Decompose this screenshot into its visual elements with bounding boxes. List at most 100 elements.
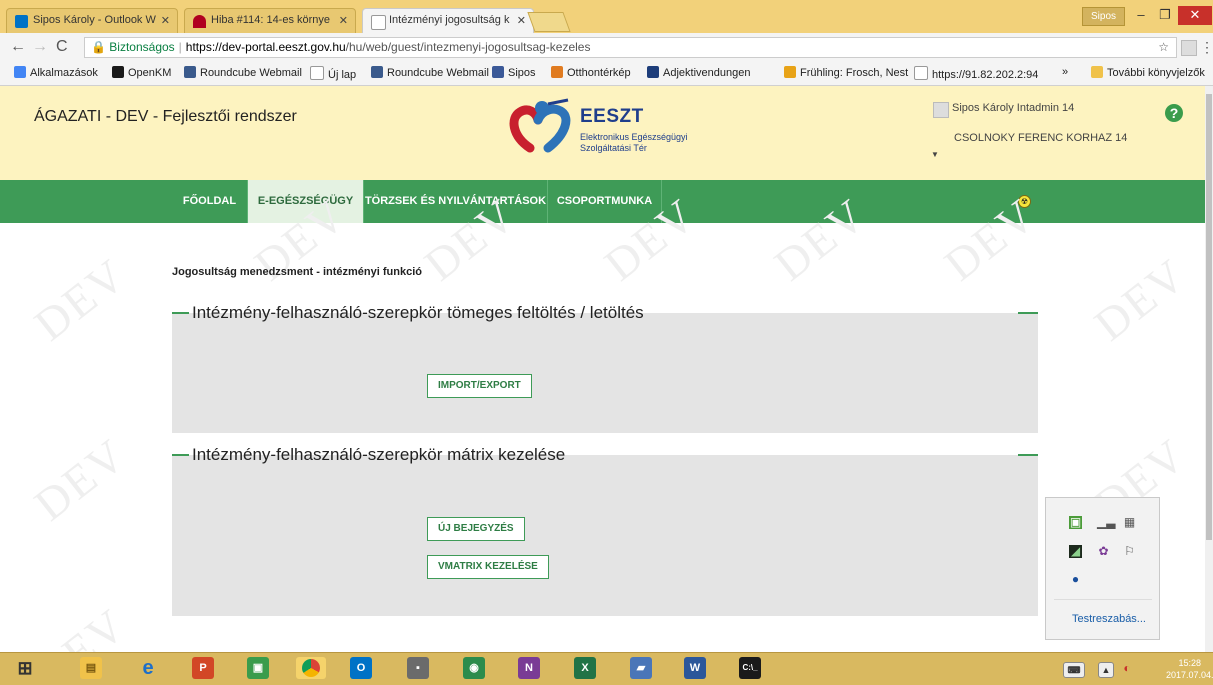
url-input[interactable]: 🔒 Biztonságos | https://dev-portal.eeszt.g… (84, 37, 1177, 58)
back-icon[interactable]: ← (10, 39, 26, 55)
bookmark-new-tab[interactable]: Új lap (310, 66, 356, 81)
dev-watermark: DEV (24, 598, 136, 652)
bookmark-otthonterkep[interactable]: Otthontérkép (551, 66, 631, 79)
bookmark-folder-other[interactable]: További könyvjelzők (1091, 66, 1205, 79)
section-divider (1018, 454, 1038, 456)
dev-watermark: DEV (24, 248, 136, 351)
keyboard-icon[interactable]: ⌨ (1063, 662, 1085, 678)
logo-title: EESZT (580, 106, 644, 127)
new-tab-button[interactable] (527, 12, 571, 32)
close-icon[interactable]: ✕ (517, 14, 526, 27)
internet-explorer-icon[interactable]: e (137, 657, 159, 679)
section-divider (1018, 312, 1038, 314)
tray-divider (1054, 599, 1152, 600)
bookmarks-bar: Alkalmazások OpenKM Roundcube Webmail Új… (0, 61, 1213, 86)
bookmark-fruhling[interactable]: Frühling: Frosch, Nest (784, 66, 908, 79)
start-icon[interactable]: ⊞ (14, 657, 36, 679)
system-name: ÁGAZATI - DEV - Fejlesztői rendszer (34, 108, 297, 125)
apps-icon (14, 66, 26, 78)
address-bar: ← → C 🔒 Biztonságos | https://dev-portal.e… (0, 33, 1213, 61)
section-matrix: Intézmény-felhasználó-szerepkör mátrix k… (172, 445, 1038, 616)
bookmark-openkm[interactable]: OpenKM (112, 66, 171, 79)
dev-watermark: DEV (24, 428, 136, 531)
onenote-icon[interactable]: N (518, 657, 540, 679)
taskbar-clock[interactable]: 15:28 2017.07.04. (1166, 657, 1213, 681)
tab-title: Hiba #114: 14-es környe (211, 14, 331, 26)
bookmark-sipos[interactable]: Sipos (492, 66, 536, 79)
portal-header: ÁGAZATI - DEV - Fejlesztői rendszer EESZ… (0, 86, 1205, 180)
close-icon[interactable]: ✕ (339, 14, 348, 27)
eeszt-logo[interactable]: EESZT Elektronikus Egészségügyi Szolgált… (508, 98, 708, 160)
lock-icon: 🔒 (91, 40, 106, 54)
frog-icon (784, 66, 796, 78)
url-host: https://dev-portal.eeszt.gov.hu (185, 40, 346, 54)
section-bulk-upload: Intézmény-felhasználó-szerepkör tömeges … (172, 303, 1038, 433)
caret-down-icon[interactable]: ▼ (931, 150, 939, 159)
menu-icon[interactable]: ⋮ (1200, 39, 1213, 55)
outlook-icon[interactable]: O (350, 657, 372, 679)
maximize-button[interactable]: ❐ (1152, 6, 1178, 25)
show-hidden-icons[interactable]: ▲ (1098, 662, 1114, 678)
customize-link[interactable]: Testreszabás... (1072, 613, 1146, 625)
web-page: ÁGAZATI - DEV - Fejlesztői rendszer EESZ… (0, 86, 1205, 652)
bookmark-star-icon[interactable]: ☆ (1158, 38, 1169, 57)
vmatrix-manage-button[interactable]: VMATRIX KEZELÉSE (427, 555, 549, 579)
tab-active[interactable]: Intézményi jogosultság k ✕ (362, 8, 534, 33)
section-title: Intézmény-felhasználó-szerepkör mátrix k… (172, 445, 565, 465)
eye-icon[interactable]: ◉ (463, 657, 485, 679)
section-title: Intézmény-felhasználó-szerepkör tömeges … (172, 303, 644, 323)
tab-title: Sipos Károly - Outlook W (33, 14, 156, 26)
onenote-tray-icon[interactable]: ✿ (1097, 545, 1110, 558)
bookmark-apps[interactable]: Alkalmazások (14, 66, 98, 79)
volume-muted-icon[interactable]: ◐ (1120, 661, 1134, 683)
page-icon (310, 66, 324, 80)
app-tray-icon[interactable]: ▣ (1069, 516, 1082, 529)
profile-button[interactable]: Sipos (1082, 7, 1126, 26)
file-explorer-icon[interactable]: ▤ (80, 657, 102, 679)
app-icon[interactable]: ▪ (407, 657, 429, 679)
bookmarks-more[interactable]: » (1062, 66, 1068, 78)
word-icon[interactable]: W (684, 657, 706, 679)
map-icon (551, 66, 563, 78)
monitor-icon[interactable]: ◢ (1069, 545, 1082, 558)
tab-outlook[interactable]: Sipos Károly - Outlook W ✕ (6, 8, 178, 33)
signal-icon[interactable]: ▁▃ (1097, 516, 1115, 529)
user-organization: CSOLNOKY FERENC KORHAZ 14 (954, 132, 1128, 144)
forward-icon[interactable]: → (32, 39, 48, 55)
help-icon[interactable]: ? (1165, 104, 1183, 122)
scrollbar-thumb[interactable] (1206, 94, 1212, 540)
powerpoint-icon[interactable]: P (192, 657, 214, 679)
import-export-button[interactable]: IMPORT/EXPORT (427, 374, 532, 398)
outlook-icon (15, 15, 28, 28)
eeszt-heart-icon (509, 98, 571, 153)
tray-overflow-popup: ▣ ▁▃ ▦ ◢ ✿ ⚐ ● Testreszabás... (1045, 497, 1160, 640)
flag-icon[interactable]: ⚐ (1123, 545, 1136, 558)
secure-label: Biztonságos (109, 40, 175, 54)
redmine-icon (193, 15, 206, 28)
excel-icon[interactable]: X (574, 657, 596, 679)
close-icon[interactable]: ✕ (161, 14, 170, 27)
logo-subtitle: Elektronikus Egészségügyi Szolgáltatási … (580, 132, 688, 153)
reload-icon[interactable]: C (56, 39, 68, 55)
extension-icon[interactable] (1181, 40, 1197, 56)
bookmark-roundcube-2[interactable]: Roundcube Webmail (371, 66, 489, 79)
user-name: Sipos Károly Intadmin 14 (952, 102, 1075, 114)
bookmark-ip[interactable]: https://91.82.202.2:94 (914, 66, 1038, 81)
url-path: /hu/web/guest/intezmenyi-jogosultsag-kez… (345, 40, 591, 54)
dev-watermark: DEV (1084, 248, 1196, 351)
close-window-button[interactable]: ✕ (1178, 6, 1212, 25)
cmd-icon[interactable]: C:\_ (739, 657, 761, 679)
facebook-icon (492, 66, 504, 78)
store-icon[interactable]: ▣ (247, 657, 269, 679)
bookmark-roundcube[interactable]: Roundcube Webmail (184, 66, 302, 79)
chrome-icon[interactable] (296, 657, 326, 679)
nav-foodal[interactable]: FŐOLDAL (172, 180, 248, 223)
network-icon[interactable]: ▦ (1123, 516, 1136, 529)
tab-issue[interactable]: Hiba #114: 14-es környe ✕ (184, 8, 356, 33)
page-title: Jogosultság menedzsment - intézményi fun… (172, 266, 422, 278)
bookmark-adjektivendungen[interactable]: Adjektivendungen (647, 66, 750, 79)
sync-icon[interactable]: ● (1069, 573, 1082, 586)
new-entry-button[interactable]: ÚJ BEJEGYZÉS (427, 517, 525, 541)
network-app-icon[interactable]: ▰ (630, 657, 652, 679)
minimize-button[interactable]: – (1128, 6, 1154, 25)
